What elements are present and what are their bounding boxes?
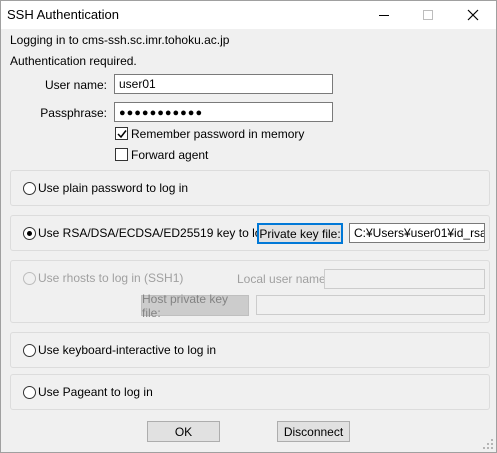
forward-agent-checkbox[interactable] — [115, 148, 128, 161]
auth-required-text: Authentication required. — [10, 54, 137, 68]
rhosts-radio — [23, 272, 36, 285]
private-key-path-value: C:¥Users¥user01¥id_rsa — [354, 226, 485, 240]
plain-password-radio[interactable] — [23, 182, 36, 195]
window-title: SSH Authentication — [7, 7, 120, 22]
passphrase-input[interactable]: ●●●●●●●●●●● — [114, 102, 333, 122]
remember-password-label: Remember password in memory — [131, 127, 305, 141]
logging-in-text: Logging in to cms-ssh.sc.imr.tohoku.ac.j… — [10, 33, 230, 47]
key-auth-radio[interactable] — [23, 227, 36, 240]
pageant-group: Use Pageant to log in — [10, 374, 490, 410]
remember-password-checkbox[interactable] — [115, 127, 128, 140]
passphrase-label: Passphrase: — [40, 106, 107, 120]
minimize-icon — [379, 14, 389, 16]
forward-agent-label: Forward agent — [131, 148, 209, 162]
local-user-name-input — [324, 269, 485, 289]
rhosts-label: Use rhosts to log in (SSH1) — [38, 271, 184, 285]
pageant-label: Use Pageant to log in — [38, 385, 153, 399]
passphrase-value: ●●●●●●●●●●● — [119, 107, 204, 119]
private-key-file-button[interactable]: Private key file: — [257, 223, 343, 244]
resize-grip-icon[interactable] — [482, 438, 494, 450]
disconnect-button[interactable]: Disconnect — [277, 421, 350, 442]
checkmark-icon — [117, 130, 127, 139]
keyboard-interactive-group: Use keyboard-interactive to log in — [10, 332, 490, 368]
keyboard-interactive-radio[interactable] — [23, 344, 36, 357]
title-bar: SSH Authentication — [1, 1, 496, 29]
local-user-name-label: Local user name: — [237, 272, 330, 286]
rhosts-group: Use rhosts to log in (SSH1) Local user n… — [10, 260, 490, 323]
username-value: user01 — [119, 77, 156, 91]
host-private-key-input — [256, 295, 485, 315]
keyboard-interactive-label: Use keyboard-interactive to log in — [38, 343, 217, 357]
plain-password-group: Use plain password to log in — [10, 170, 490, 206]
maximize-icon — [423, 10, 433, 20]
maximize-button — [405, 1, 451, 29]
key-auth-group: Use RSA/DSA/ECDSA/ED25519 key to log in … — [10, 215, 490, 251]
username-label: User name: — [44, 78, 107, 92]
username-input[interactable]: user01 — [114, 74, 333, 94]
close-button[interactable] — [450, 1, 496, 29]
key-auth-label: Use RSA/DSA/ECDSA/ED25519 key to log in — [38, 226, 281, 240]
host-private-key-file-button: Host private key file: — [141, 292, 249, 320]
plain-password-label: Use plain password to log in — [38, 181, 189, 195]
radio-selected-dot — [27, 231, 32, 236]
ssh-auth-dialog: SSH Authentication Logging in to cms-ssh… — [0, 0, 497, 453]
pageant-radio[interactable] — [23, 386, 36, 399]
close-icon — [467, 9, 479, 21]
ok-button[interactable]: OK — [147, 421, 220, 442]
minimize-button[interactable] — [361, 1, 407, 29]
private-key-path-input[interactable]: C:¥Users¥user01¥id_rsa — [349, 223, 485, 243]
